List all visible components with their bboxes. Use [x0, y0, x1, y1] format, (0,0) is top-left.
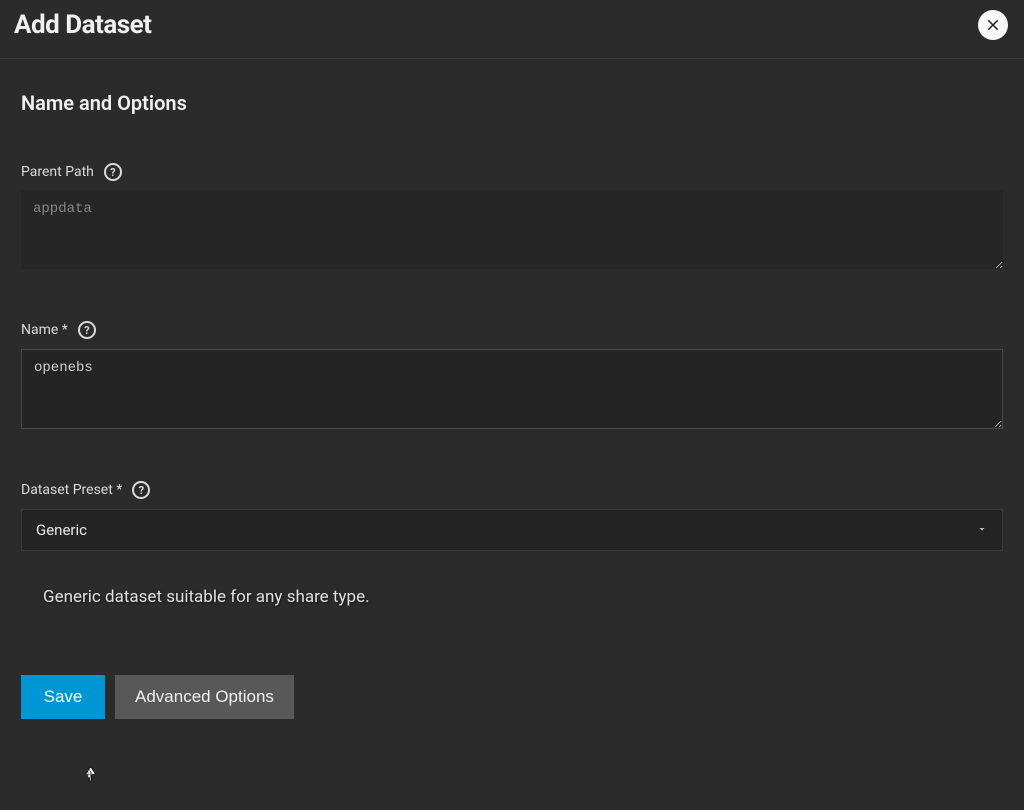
name-label: Name * [21, 322, 68, 338]
dialog-header: Add Dataset [0, 0, 1024, 59]
dialog-title: Add Dataset [14, 10, 151, 40]
parent-path-label-row: Parent Path ? [21, 163, 1003, 181]
preset-group: Dataset Preset * ? Generic [21, 481, 1003, 551]
button-row: Save Advanced Options [21, 675, 1003, 719]
parent-path-label: Parent Path [21, 164, 94, 180]
section-title: Name and Options [21, 91, 1003, 115]
cursor-icon [82, 762, 100, 784]
preset-value: Generic [36, 521, 87, 539]
close-button[interactable] [978, 10, 1008, 40]
help-icon[interactable]: ? [132, 481, 150, 499]
name-group: Name * ? openebs [21, 321, 1003, 433]
dialog-content: Name and Options Parent Path ? appdata N… [0, 59, 1024, 719]
save-button[interactable]: Save [21, 675, 105, 719]
parent-path-group: Parent Path ? appdata [21, 163, 1003, 273]
preset-description: Generic dataset suitable for any share t… [43, 587, 1003, 607]
help-icon[interactable]: ? [104, 163, 122, 181]
help-icon[interactable]: ? [78, 321, 96, 339]
parent-path-input[interactable]: appdata [21, 191, 1003, 269]
name-label-row: Name * ? [21, 321, 1003, 339]
close-icon [984, 16, 1002, 34]
preset-select[interactable]: Generic [21, 509, 1003, 551]
name-input[interactable]: openebs [21, 349, 1003, 429]
preset-label: Dataset Preset * [21, 482, 122, 498]
advanced-options-button[interactable]: Advanced Options [115, 675, 294, 719]
chevron-down-icon [976, 521, 988, 539]
preset-label-row: Dataset Preset * ? [21, 481, 1003, 499]
